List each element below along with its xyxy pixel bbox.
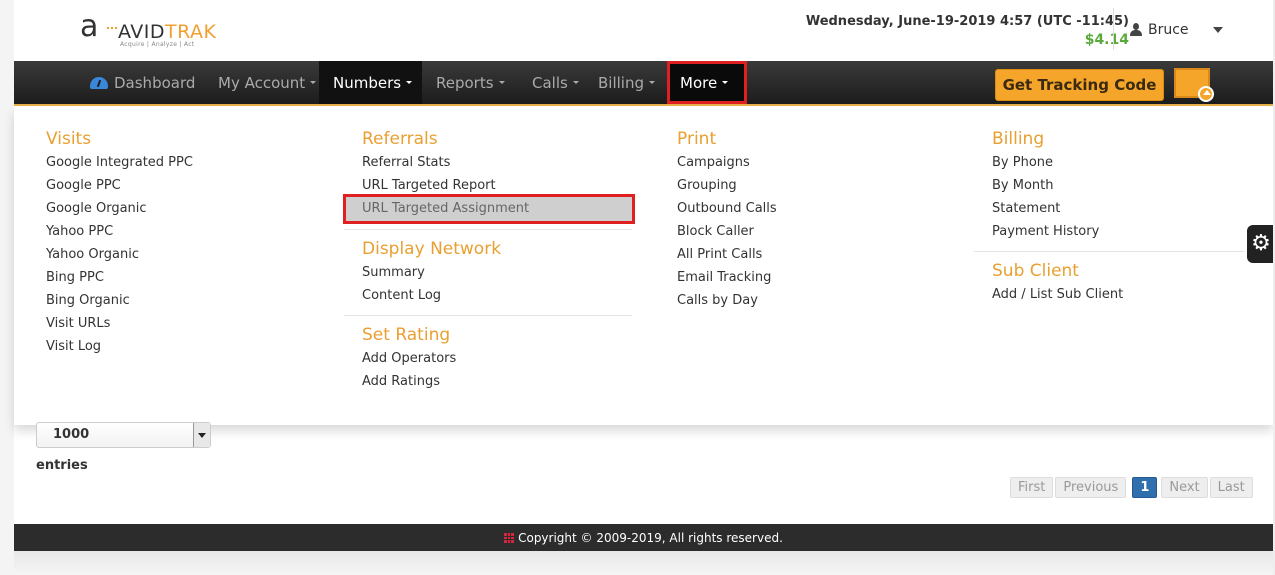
grid-icon (504, 532, 515, 543)
menu-divider (974, 251, 1244, 252)
nav-more[interactable]: More (667, 61, 747, 104)
nav-numbers[interactable]: Numbers (319, 61, 422, 104)
menu-link[interactable]: Calls by Day (677, 289, 777, 312)
menu-link[interactable]: Email Tracking (677, 266, 777, 289)
menu-link[interactable]: Bing PPC (46, 266, 193, 289)
nav-my-account[interactable]: My Account (204, 61, 330, 104)
more-mega-menu: Visits Google Integrated PPC Google PPC … (14, 107, 1273, 425)
menu-column-print: Print Campaigns Grouping Outbound Calls … (677, 107, 777, 312)
dashboard-icon (90, 76, 108, 89)
logo-brand-part2: TRAK (165, 21, 217, 43)
pagination-last[interactable]: Last (1209, 477, 1253, 498)
menu-link[interactable]: Outbound Calls (677, 197, 777, 220)
caret-down-icon (722, 81, 729, 84)
section-title-visits: Visits (46, 129, 92, 149)
section-title-referrals: Referrals (362, 129, 438, 149)
menu-link[interactable]: Add Ratings (362, 370, 632, 393)
page-bottom (14, 551, 1273, 575)
menu-link-url-targeted-assignment[interactable]: URL Targeted Assignment (343, 194, 635, 224)
logo-tagline: Acquire | Analyze | Act (120, 41, 195, 48)
page-margin-left (0, 0, 14, 575)
website-home-icon[interactable] (1174, 63, 1214, 102)
menu-link[interactable]: Visit Log (46, 335, 193, 358)
home-icon (1198, 86, 1214, 102)
header-divider (1113, 8, 1114, 50)
menu-link[interactable]: URL Targeted Report (362, 174, 632, 197)
nav-dashboard-label: Dashboard (114, 73, 196, 92)
menu-link[interactable]: Grouping (677, 174, 777, 197)
logo-brand-part1: AVID (118, 21, 166, 43)
menu-link[interactable]: Yahoo PPC (46, 220, 193, 243)
menu-link[interactable]: Add / List Sub Client (992, 283, 1244, 306)
menu-link[interactable]: Yahoo Organic (46, 243, 193, 266)
section-title-display-network: Display Network (362, 239, 502, 259)
pagination: First Previous 1 Next Last (1010, 477, 1253, 498)
menu-column-referrals: Referrals Referral Stats URL Targeted Re… (343, 107, 635, 393)
entries-label: entries (36, 458, 88, 473)
dropdown-arrow-icon[interactable] (193, 423, 210, 447)
section-title-billing: Billing (992, 129, 1045, 149)
nav-numbers-label: Numbers (333, 73, 402, 92)
pagination-first[interactable]: First (1010, 477, 1054, 498)
page-length-select[interactable]: 1000 (36, 422, 211, 448)
logo-dots (107, 27, 117, 29)
get-tracking-code-button[interactable]: Get Tracking Code (995, 69, 1164, 101)
menu-column-visits: Visits Google Integrated PPC Google PPC … (46, 107, 193, 358)
current-datetime: Wednesday, June-19-2019 4:57 (UTC -11:45… (805, 14, 1129, 29)
menu-link[interactable]: Block Caller (677, 220, 777, 243)
user-icon (1130, 23, 1142, 37)
caret-down-icon (572, 81, 579, 84)
caret-down-icon (406, 81, 413, 84)
chevron-down-icon (1212, 27, 1223, 33)
nav-calls[interactable]: Calls (518, 61, 593, 104)
menu-link[interactable]: Google PPC (46, 174, 193, 197)
header-datetime-block: Wednesday, June-19-2019 4:57 (UTC -11:45… (806, 13, 1129, 49)
nav-billing-label: Billing (598, 73, 644, 92)
section-title-sub-client: Sub Client (992, 261, 1079, 281)
menu-link[interactable]: Summary (362, 261, 632, 284)
footer: Copyright © 2009-2019, All rights reserv… (14, 524, 1273, 551)
nav-more-label: More (680, 73, 718, 92)
menu-link[interactable]: By Month (992, 174, 1244, 197)
pagination-previous[interactable]: Previous (1055, 477, 1127, 498)
main-navbar: Dashboard My Account Numbers Reports Cal… (14, 61, 1273, 106)
account-balance: $4.14 (1084, 32, 1129, 48)
user-name: Bruce (1148, 22, 1189, 38)
caret-down-icon (310, 81, 317, 84)
caret-down-icon (498, 81, 505, 84)
caret-down-icon (649, 81, 655, 84)
nav-reports[interactable]: Reports (422, 61, 519, 104)
copyright-text: Copyright © 2009-2019, All rights reserv… (518, 530, 783, 545)
nav-billing[interactable]: Billing (584, 61, 669, 104)
menu-link[interactable]: Payment History (992, 220, 1244, 243)
nav-my-account-label: My Account (218, 73, 306, 92)
pagination-page-current[interactable]: 1 (1132, 477, 1158, 498)
pagination-next[interactable]: Next (1161, 477, 1208, 498)
menu-link[interactable]: Referral Stats (362, 151, 632, 174)
menu-link[interactable]: Campaigns (677, 151, 777, 174)
menu-link[interactable]: Visit URLs (46, 312, 193, 335)
logo-mark-icon: a (80, 9, 99, 44)
menu-divider (344, 315, 632, 316)
section-title-print: Print (677, 129, 717, 149)
menu-link[interactable]: Content Log (362, 284, 632, 307)
menu-link[interactable]: By Phone (992, 151, 1244, 174)
nav-dashboard[interactable]: Dashboard (76, 61, 209, 104)
page-length-value: 1000 (53, 427, 90, 442)
settings-gear-icon[interactable]: ⚙ (1247, 225, 1275, 263)
nav-reports-label: Reports (436, 73, 494, 92)
menu-link[interactable]: Add Operators (362, 347, 632, 370)
menu-divider (344, 229, 632, 230)
logo-text: AVIDTRAK (118, 22, 217, 42)
menu-link[interactable]: Statement (992, 197, 1244, 220)
menu-column-billing: Billing By Phone By Month Statement Paym… (974, 107, 1244, 306)
user-menu[interactable]: Bruce (1130, 22, 1223, 38)
menu-link[interactable]: All Print Calls (677, 243, 777, 266)
section-title-set-rating: Set Rating (362, 325, 451, 345)
nav-calls-label: Calls (532, 73, 568, 92)
avidtrak-logo[interactable]: a AVIDTRAK Acquire | Analyze | Act (80, 12, 230, 52)
menu-link[interactable]: Google Integrated PPC (46, 151, 193, 174)
menu-link[interactable]: Google Organic (46, 197, 193, 220)
menu-link[interactable]: Bing Organic (46, 289, 193, 312)
